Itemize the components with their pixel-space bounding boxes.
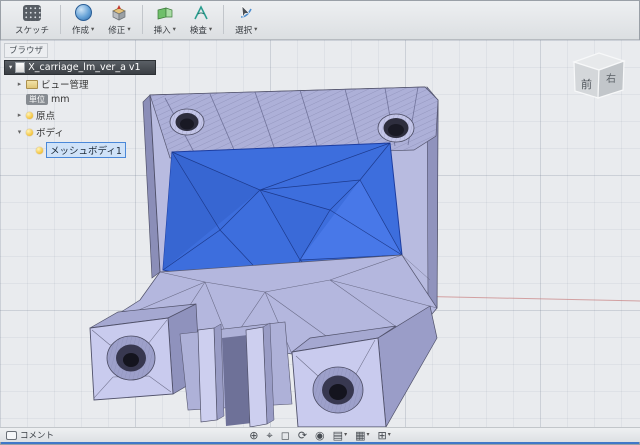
viewport-layout-icon[interactable]: ⊞ ▾	[378, 430, 391, 441]
chevron-down-icon: ▾	[208, 25, 213, 34]
bodies-label: ボディ	[36, 128, 64, 139]
chevron-down-icon: ▾	[127, 25, 131, 34]
browser-row-mesh-body[interactable]: メッシュボディ1	[34, 141, 184, 159]
browser-row-units[interactable]: 単位 mm	[24, 93, 184, 106]
menu-create[interactable]: 作成 ▾	[65, 0, 101, 39]
units-chip: 単位	[26, 94, 48, 105]
orbit-icon[interactable]: ⟳	[298, 430, 307, 441]
menu-create-label: 作成	[72, 25, 90, 36]
comment-icon	[6, 430, 17, 440]
insert-panels-icon	[155, 4, 175, 22]
chevron-down-icon: ▾	[344, 431, 348, 438]
document-icon	[15, 62, 26, 73]
menu-inspect-label: 検査	[189, 25, 207, 36]
viewcube[interactable]: 前 右	[566, 46, 632, 106]
comments-label: コメント	[20, 431, 55, 441]
toolbar: スケッチ 作成 ▾ 修正 ▾ 挿入 ▾ 検査 ▾ 選択 ▾	[0, 0, 640, 40]
mounting-hole-right[interactable]	[377, 113, 415, 143]
display-settings-icon[interactable]: ▤ ▾	[333, 430, 347, 441]
fit-icon[interactable]: ◻	[281, 430, 290, 441]
origin-label: 原点	[36, 111, 56, 122]
caret-right-icon[interactable]: ▸	[16, 80, 23, 88]
toolbar-separator	[60, 5, 62, 34]
views-label: ビュー管理	[41, 80, 89, 91]
browser-row-bodies[interactable]: ▾ ボディ	[14, 124, 184, 140]
caret-down-icon[interactable]: ▾	[16, 128, 23, 136]
visibility-bulb-icon[interactable]	[26, 111, 33, 119]
viewcube-front-label[interactable]: 前	[581, 77, 592, 91]
browser-row-views[interactable]: ▸ ビュー管理	[14, 76, 184, 92]
inspect-angle-icon	[191, 4, 211, 22]
visibility-bulb-icon[interactable]	[26, 128, 33, 136]
menu-select-label: 選択	[235, 25, 253, 36]
comments-toggle[interactable]: コメント	[6, 429, 54, 441]
toolbar-separator	[223, 5, 225, 34]
menu-modify[interactable]: 修正 ▾	[101, 0, 137, 39]
mesh-body-label: メッシュボディ1	[46, 142, 126, 158]
sketch-tool-label: スケッチ	[15, 25, 50, 36]
folder-icon	[26, 79, 38, 89]
chevron-down-icon: ▾	[91, 25, 95, 34]
menu-insert[interactable]: 挿入 ▾	[147, 0, 183, 39]
sketch-grid-icon	[22, 4, 42, 22]
caret-right-icon[interactable]: ▸	[16, 111, 23, 119]
units-value: mm	[51, 94, 70, 105]
menu-insert-label: 挿入	[153, 25, 171, 36]
chevron-down-icon: ▾	[387, 431, 391, 438]
chevron-down-icon: ▾	[254, 25, 258, 34]
grid-settings-icon[interactable]: ▦ ▾	[355, 430, 369, 441]
rib-fins[interactable]	[179, 321, 293, 427]
menu-select[interactable]: 選択 ▾	[228, 0, 264, 39]
browser-doc-row[interactable]: ▾ X_carriage_lm_ver_a v1	[4, 60, 156, 75]
chevron-down-icon: ▾	[172, 25, 176, 34]
fusion-window: スケッチ 作成 ▾ 修正 ▾ 挿入 ▾ 検査 ▾ 選択 ▾ ブラウザ ▾ X_c…	[0, 0, 640, 445]
visibility-bulb-icon[interactable]	[36, 146, 43, 154]
browser-row-origin[interactable]: ▸ 原点	[14, 107, 184, 123]
bearing-hole-right[interactable]	[312, 366, 364, 414]
navigation-bar: ⊕ ⌖ ◻ ⟳ ◉ ▤ ▾ ▦ ▾ ⊞ ▾	[249, 430, 390, 441]
zoom-icon[interactable]: ⌖	[266, 430, 272, 441]
bottom-bar: コメント ⊕ ⌖ ◻ ⟳ ◉ ▤ ▾ ▦ ▾ ⊞ ▾	[0, 427, 640, 442]
toolbar-separator	[141, 5, 143, 34]
viewport-canvas[interactable]: ブラウザ ▾ X_carriage_lm_ver_a v1 ▸ ビュー管理 単位…	[0, 40, 640, 427]
chevron-down-icon: ▾	[366, 431, 370, 438]
viewcube-right-label[interactable]: 右	[606, 72, 616, 85]
select-cursor-icon	[236, 4, 256, 22]
menu-modify-label: 修正	[108, 25, 126, 36]
browser-panel-label[interactable]: ブラウザ	[4, 43, 49, 58]
browser-panel: ブラウザ ▾ X_carriage_lm_ver_a v1 ▸ ビュー管理 単位…	[4, 43, 184, 159]
modify-box-icon	[109, 4, 129, 22]
document-title: X_carriage_lm_ver_a v1	[28, 62, 141, 73]
pan-icon[interactable]: ⊕	[249, 430, 258, 441]
create-sphere-icon	[73, 4, 93, 22]
menu-inspect[interactable]: 検査 ▾	[183, 0, 219, 39]
look-at-icon[interactable]: ◉	[315, 430, 325, 441]
caret-down-icon: ▾	[9, 63, 13, 72]
sketch-tool-button[interactable]: スケッチ	[8, 0, 56, 39]
bearing-hole-left[interactable]	[106, 335, 156, 381]
